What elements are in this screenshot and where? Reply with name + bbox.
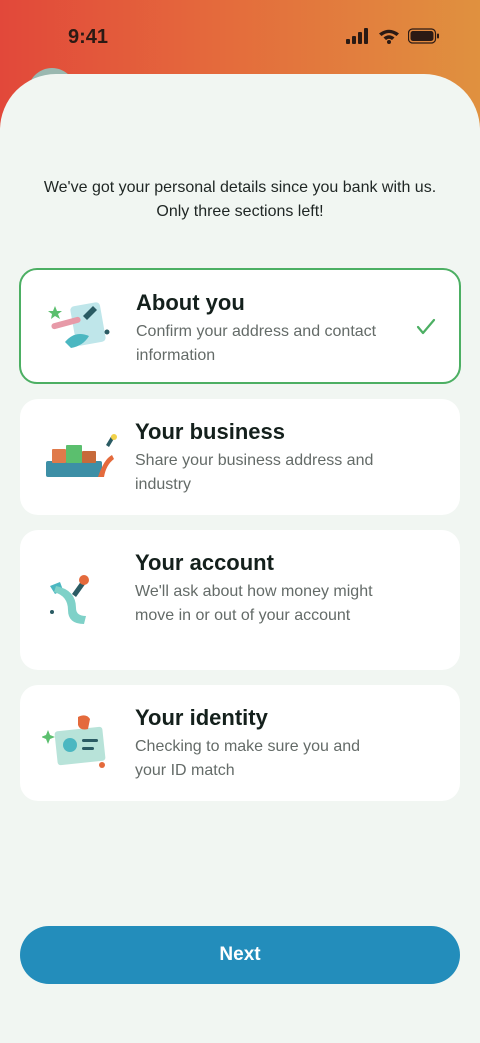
- id-card-illustration: [42, 715, 106, 768]
- next-button[interactable]: Next: [20, 926, 460, 984]
- business-illustration: [46, 434, 117, 477]
- account-flow-illustration: [50, 575, 89, 624]
- section-title: Your account: [135, 550, 274, 575]
- wifi-icon: [379, 29, 399, 44]
- section-card-your-business[interactable]: Your business Share your business addres…: [20, 399, 460, 515]
- section-description: Checking to make sure you and your ID ma…: [135, 738, 361, 779]
- checkmark-icon: [416, 318, 436, 335]
- section-card-your-account[interactable]: Your account We'll ask about how money m…: [20, 530, 460, 670]
- section-card-your-identity[interactable]: Your identity Checking to make sure you …: [20, 685, 460, 801]
- section-card-about-you[interactable]: About you Confirm your address and conta…: [19, 268, 461, 384]
- section-title: Your business: [135, 419, 285, 444]
- section-title: Your identity: [135, 705, 268, 730]
- battery-icon: [408, 28, 439, 44]
- section-description: Confirm your address and contact informa…: [136, 323, 377, 364]
- section-description: We'll ask about how money might move in …: [135, 583, 373, 624]
- section-description: Share your business address and industry: [135, 452, 374, 493]
- signal-icon: [346, 28, 368, 44]
- intro-text: We've got your personal details since yo…: [43, 179, 437, 220]
- pen-document-illustration: [48, 302, 110, 348]
- status-bar: 9:41: [0, 0, 480, 78]
- status-time: 9:41: [68, 26, 109, 48]
- section-title: About you: [136, 290, 245, 315]
- status-icons: [346, 28, 440, 44]
